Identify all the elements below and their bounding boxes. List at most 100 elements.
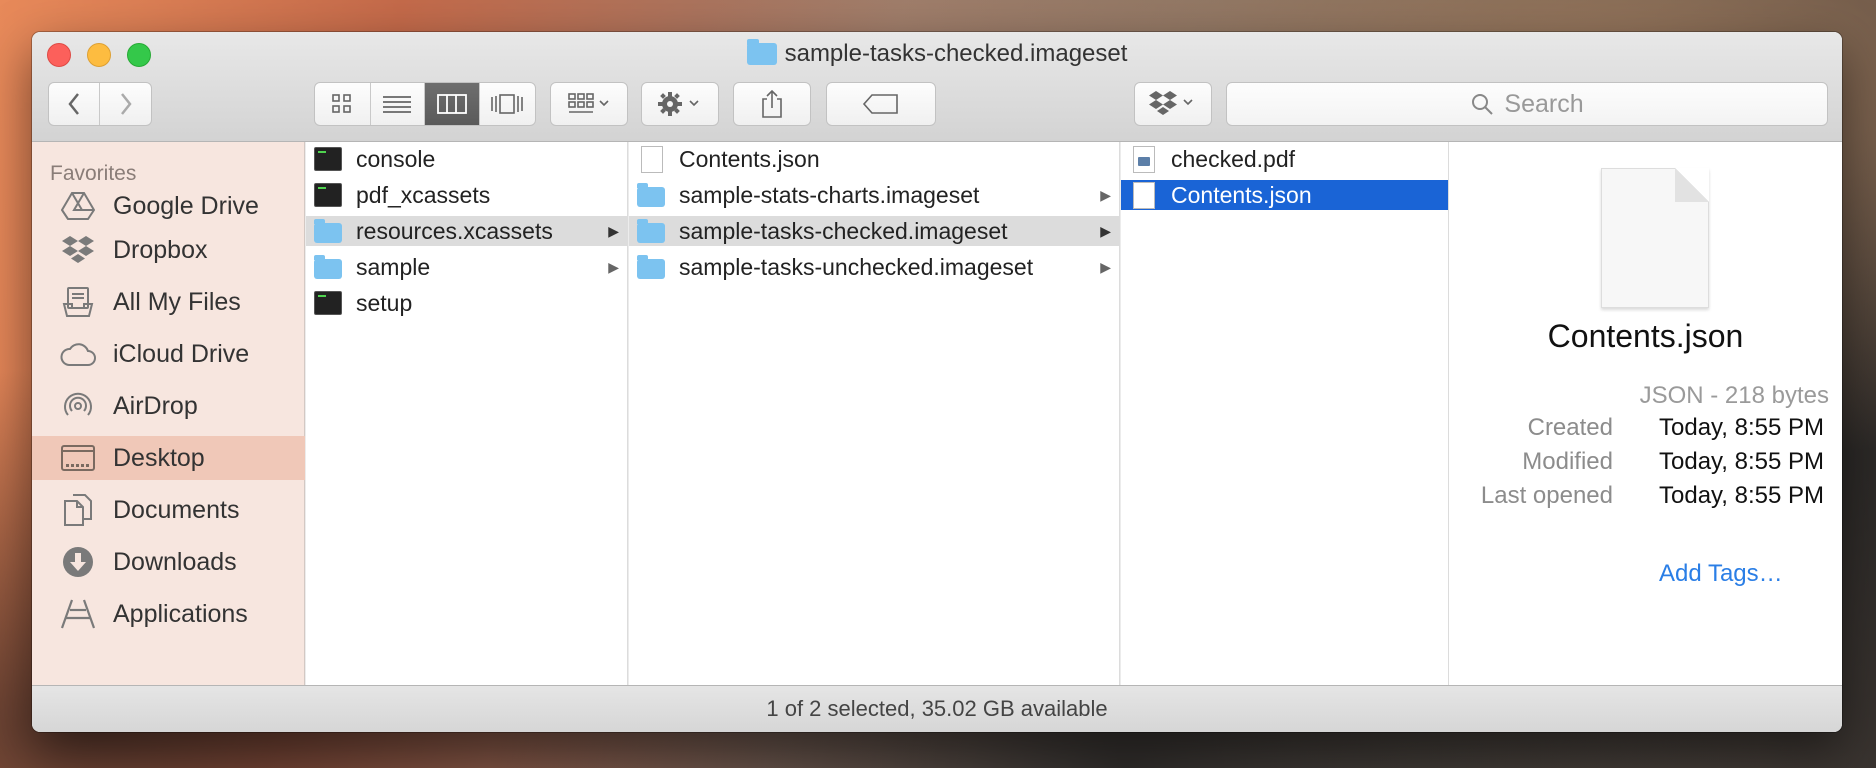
list-item[interactable]: resources.xcassets ▶ bbox=[306, 216, 627, 246]
disclosure-arrow-icon: ▶ bbox=[608, 258, 619, 275]
folder-icon bbox=[637, 182, 665, 207]
meta-row-created: Created Today, 8:55 PM bbox=[1449, 414, 1842, 448]
item-label: pdf_xcassets bbox=[356, 181, 491, 208]
document-icon bbox=[641, 145, 663, 173]
item-label: console bbox=[356, 145, 436, 172]
document-icon bbox=[1133, 181, 1155, 209]
applications-icon bbox=[60, 598, 96, 630]
item-label: sample bbox=[356, 253, 431, 280]
all-files-icon bbox=[60, 286, 96, 318]
meta-key: Created bbox=[1527, 414, 1613, 441]
list-item[interactable]: Contents.json bbox=[629, 144, 1119, 174]
view-mode-selector bbox=[314, 82, 536, 126]
column-view-button[interactable] bbox=[425, 83, 480, 125]
arrange-button[interactable] bbox=[550, 82, 628, 126]
sidebar-item-label: AirDrop bbox=[113, 391, 198, 420]
sidebar-item-all-my-files[interactable]: All My Files bbox=[32, 280, 305, 324]
folder-icon bbox=[314, 218, 342, 243]
sidebar-item-google-drive[interactable]: Google Drive bbox=[32, 184, 305, 228]
search-field[interactable]: Search bbox=[1226, 82, 1828, 126]
sidebar-item-label: Google Drive bbox=[113, 191, 259, 220]
cover-flow-icon bbox=[491, 94, 524, 114]
folder-icon bbox=[637, 254, 665, 279]
sidebar-item-label: Desktop bbox=[113, 443, 205, 472]
list-item[interactable]: pdf_xcassets bbox=[306, 180, 627, 210]
sidebar: Favorites Google Drive Dropbox All My Fi… bbox=[32, 142, 305, 685]
item-label: checked.pdf bbox=[1171, 145, 1296, 172]
dropbox-icon bbox=[60, 234, 96, 266]
list-item[interactable]: sample-tasks-unchecked.imageset ▶ bbox=[629, 252, 1119, 282]
document-preview-icon bbox=[1601, 168, 1709, 308]
folder-icon bbox=[314, 254, 342, 279]
window-title-bar: sample-tasks-checked.imageset bbox=[32, 39, 1842, 68]
dropbox-toolbar-button[interactable] bbox=[1134, 82, 1212, 126]
desktop-icon bbox=[60, 442, 96, 474]
finder-window: sample-tasks-checked.imageset Search Fav… bbox=[32, 32, 1842, 732]
item-label: sample-stats-charts.imageset bbox=[679, 181, 980, 208]
meta-row-modified: Modified Today, 8:55 PM bbox=[1449, 448, 1842, 482]
browser-column-1: console pdf_xcassets resources.xcassets … bbox=[306, 142, 628, 685]
cover-flow-view-button[interactable] bbox=[480, 83, 535, 125]
item-label: Contents.json bbox=[679, 145, 820, 172]
item-label: resources.xcassets bbox=[356, 217, 553, 244]
nav-buttons bbox=[48, 82, 152, 126]
pdf-icon bbox=[1133, 145, 1155, 173]
sidebar-item-label: iCloud Drive bbox=[113, 339, 250, 368]
meta-key: Modified bbox=[1522, 448, 1613, 475]
sidebar-item-dropbox[interactable]: Dropbox bbox=[32, 228, 305, 272]
grid-icon bbox=[332, 94, 352, 113]
disclosure-arrow-icon: ▶ bbox=[1100, 222, 1111, 239]
list-item[interactable]: sample-stats-charts.imageset ▶ bbox=[629, 180, 1119, 210]
preview-kind: JSON - 218 bytes bbox=[1639, 382, 1829, 409]
share-button[interactable] bbox=[733, 82, 811, 126]
add-tags-link[interactable]: Add Tags… bbox=[1659, 560, 1783, 588]
sidebar-item-desktop[interactable]: Desktop bbox=[32, 436, 305, 480]
sidebar-item-applications[interactable]: Applications bbox=[32, 592, 305, 636]
item-label: setup bbox=[356, 289, 413, 316]
preview-filename: Contents.json bbox=[1547, 318, 1744, 354]
documents-icon bbox=[60, 494, 96, 526]
dropbox-icon bbox=[1149, 91, 1193, 115]
meta-value: Today, 8:55 PM bbox=[1659, 482, 1824, 509]
meta-value: Today, 8:55 PM bbox=[1659, 448, 1824, 475]
terminal-icon bbox=[314, 183, 342, 207]
list-item[interactable]: Contents.json bbox=[1121, 180, 1448, 210]
meta-key: Last opened bbox=[1480, 482, 1613, 509]
sidebar-item-airdrop[interactable]: AirDrop bbox=[32, 384, 305, 428]
action-menu-button[interactable] bbox=[641, 82, 719, 126]
icon-view-button[interactable] bbox=[315, 83, 371, 125]
status-bar: 1 of 2 selected, 35.02 GB available bbox=[32, 685, 1842, 732]
browser-column-3: checked.pdf Contents.json bbox=[1121, 142, 1449, 685]
tags-button[interactable] bbox=[826, 82, 936, 126]
item-label: sample-tasks-unchecked.imageset bbox=[679, 253, 1034, 280]
status-text: 1 of 2 selected, 35.02 GB available bbox=[766, 696, 1108, 721]
sidebar-item-label: Applications bbox=[113, 599, 248, 628]
list-item[interactable]: sample ▶ bbox=[306, 252, 627, 282]
item-label: sample-tasks-checked.imageset bbox=[679, 217, 1008, 244]
sidebar-item-downloads[interactable]: Downloads bbox=[32, 540, 305, 584]
sidebar-item-icloud-drive[interactable]: iCloud Drive bbox=[32, 332, 305, 376]
terminal-icon bbox=[314, 291, 342, 315]
list-item[interactable]: checked.pdf bbox=[1121, 144, 1448, 174]
chevron-right-icon bbox=[120, 93, 132, 115]
google-drive-icon bbox=[60, 190, 96, 222]
list-view-button[interactable] bbox=[371, 83, 425, 125]
window-title: sample-tasks-checked.imageset bbox=[784, 40, 1128, 67]
back-button[interactable] bbox=[49, 83, 101, 125]
sidebar-item-label: All My Files bbox=[113, 287, 241, 316]
columns-icon bbox=[436, 94, 467, 114]
list-item[interactable]: console bbox=[306, 144, 627, 174]
gear-icon bbox=[658, 92, 699, 116]
disclosure-arrow-icon: ▶ bbox=[1100, 258, 1111, 275]
sidebar-item-label: Documents bbox=[113, 495, 240, 524]
item-label: Contents.json bbox=[1171, 181, 1312, 208]
share-icon bbox=[762, 89, 782, 118]
list-item[interactable]: sample-tasks-checked.imageset ▶ bbox=[629, 216, 1119, 246]
folder-icon bbox=[746, 39, 777, 65]
forward-button[interactable] bbox=[100, 83, 151, 125]
airdrop-icon bbox=[60, 390, 96, 422]
chevron-left-icon bbox=[68, 93, 79, 115]
sidebar-item-documents[interactable]: Documents bbox=[32, 488, 305, 532]
list-item[interactable]: setup bbox=[306, 288, 627, 318]
browser-column-2: Contents.json sample-stats-charts.images… bbox=[629, 142, 1120, 685]
